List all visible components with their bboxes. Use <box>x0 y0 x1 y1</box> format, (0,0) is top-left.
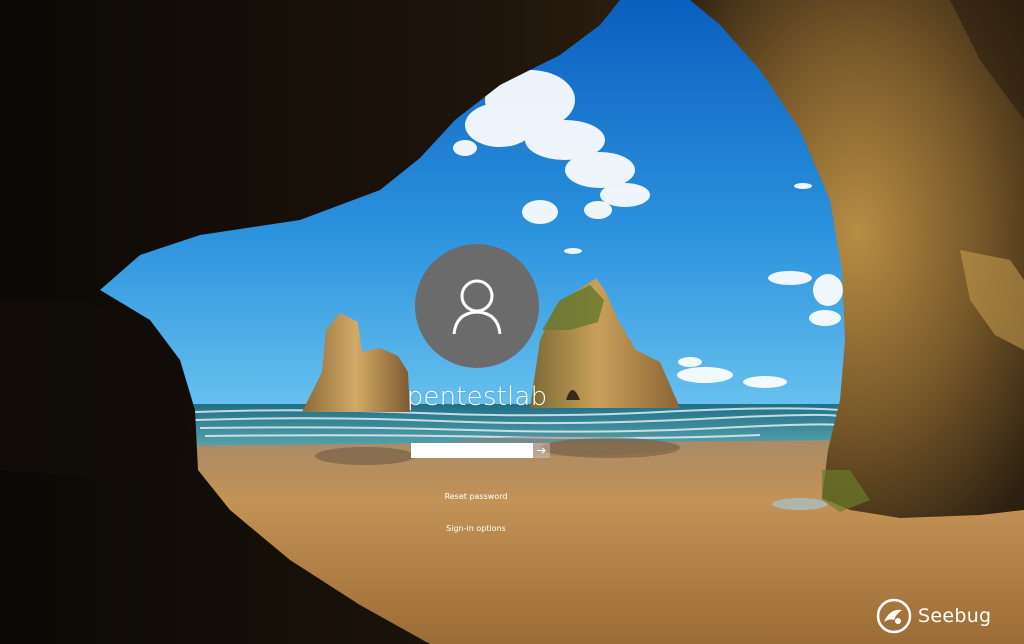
seebug-watermark: Seebug <box>876 598 991 634</box>
sign-in-options-link[interactable]: Sign-in options <box>376 524 576 533</box>
reset-password-link[interactable]: Reset password <box>376 492 576 501</box>
account-name: pentestlab <box>406 382 548 412</box>
lock-screen: pentestlab Reset password Sign-in option… <box>0 0 1024 644</box>
watermark-text: Seebug <box>918 605 992 627</box>
seebug-logo-icon <box>876 598 912 634</box>
user-icon <box>452 279 502 335</box>
submit-password-button[interactable] <box>533 443 550 458</box>
password-row <box>411 443 550 458</box>
user-avatar <box>415 244 539 368</box>
arrow-right-icon <box>537 447 546 454</box>
password-input[interactable] <box>411 443 533 458</box>
